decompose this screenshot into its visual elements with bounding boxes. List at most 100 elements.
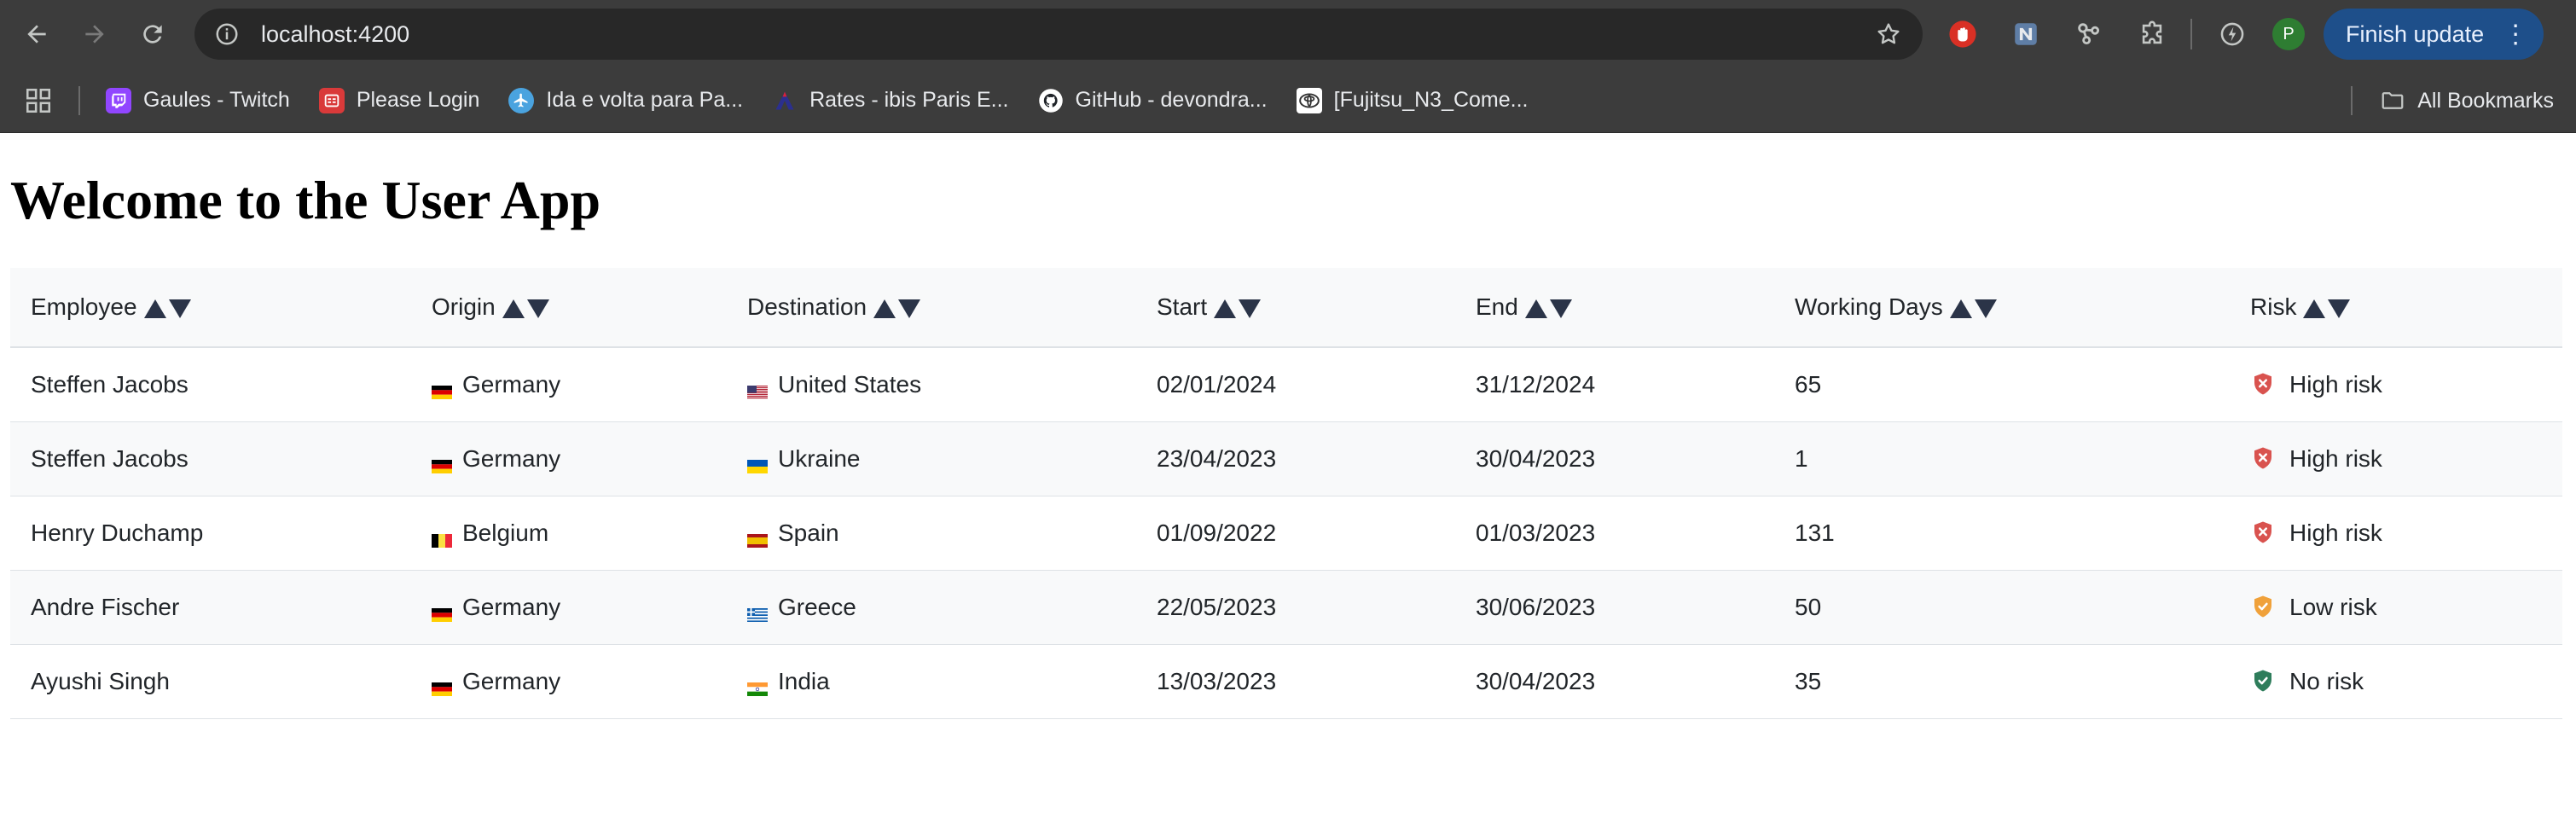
- shield-check-icon: [2250, 668, 2276, 694]
- cell-working-days-text: 65: [1795, 371, 1822, 398]
- column-header-end[interactable]: End: [1455, 268, 1774, 348]
- profile-avatar[interactable]: P: [2272, 18, 2305, 50]
- back-button[interactable]: [14, 11, 60, 57]
- bookmark-label: Please Login: [356, 88, 480, 112]
- column-header-employee[interactable]: Employee: [10, 268, 411, 348]
- cell-origin: Germany: [411, 347, 727, 422]
- performance-extension-icon[interactable]: [2209, 11, 2255, 57]
- table-row[interactable]: Henry Duchamp Belgium Spain 01/09/2022 01/03…: [10, 496, 2562, 571]
- url-text[interactable]: localhost:4200: [261, 21, 1871, 48]
- sort-descending-icon[interactable]: [1549, 299, 1572, 318]
- column-header-risk[interactable]: Risk: [2230, 268, 2562, 348]
- flag-de-icon: [432, 378, 452, 399]
- flag-be-icon: [432, 526, 452, 548]
- cell-origin-text: Belgium: [462, 520, 549, 546]
- sort-descending-icon[interactable]: [168, 299, 191, 318]
- bookmark-flight[interactable]: Ida e volta para Pa...: [508, 87, 744, 113]
- sort-ascending-icon[interactable]: [873, 299, 896, 318]
- table-header: Employee Origin Destination Start End Working…: [10, 268, 2562, 348]
- sort-ascending-icon[interactable]: [2303, 299, 2326, 318]
- bookmark-label: Ida e volta para Pa...: [546, 88, 744, 112]
- sort-arrows[interactable]: [1949, 299, 1999, 318]
- sort-arrows[interactable]: [2303, 299, 2353, 318]
- finish-update-label: Finish update: [2346, 20, 2485, 47]
- cell-employee-text: Ayushi Singh: [31, 668, 170, 694]
- cell-risk-text: Low risk: [2289, 593, 2377, 620]
- forward-button[interactable]: [72, 11, 118, 57]
- sort-arrows[interactable]: [1214, 299, 1263, 318]
- cell-start: 23/04/2023: [1136, 421, 1455, 496]
- sort-descending-icon[interactable]: [2328, 299, 2351, 318]
- cell-start-text: 23/04/2023: [1157, 445, 1277, 472]
- column-header-destination[interactable]: Destination: [727, 268, 1136, 348]
- table-row[interactable]: Andre Fischer Germany Greece 22/05/2023 30/0…: [10, 570, 2562, 645]
- bookmarks-divider: [78, 85, 80, 115]
- sort-ascending-icon[interactable]: [502, 299, 525, 318]
- sort-descending-icon[interactable]: [526, 299, 549, 318]
- extensions-puzzle-icon[interactable]: [2129, 11, 2175, 57]
- site-info-icon[interactable]: [212, 19, 242, 49]
- cell-origin-text: Germany: [462, 668, 561, 694]
- cell-start: 02/01/2024: [1136, 347, 1455, 422]
- table-row[interactable]: Steffen Jacobs Germany United States 02/01/…: [10, 347, 2562, 422]
- cell-employee: Steffen Jacobs: [10, 421, 411, 496]
- cell-working-days-text: 35: [1795, 668, 1822, 694]
- all-bookmarks-area: All Bookmarks: [2351, 68, 2554, 133]
- network-extension-icon[interactable]: [2066, 11, 2112, 57]
- apps-grid-icon[interactable]: [24, 86, 53, 115]
- cell-working-days: 1: [1774, 421, 2230, 496]
- bookmark-label: Gaules - Twitch: [143, 88, 290, 112]
- cell-start-text: 01/09/2022: [1157, 520, 1277, 546]
- sort-arrows[interactable]: [1524, 299, 1575, 318]
- cell-origin-text: Germany: [462, 594, 561, 620]
- sort-descending-icon[interactable]: [1239, 299, 1262, 318]
- sort-arrows[interactable]: [873, 299, 923, 318]
- address-bar[interactable]: localhost:4200: [194, 9, 1923, 60]
- sort-arrows[interactable]: [502, 299, 552, 318]
- column-header-origin[interactable]: Origin: [411, 268, 727, 348]
- reload-button[interactable]: [130, 11, 176, 57]
- bookmark-please-login[interactable]: Please Login: [318, 87, 480, 113]
- bookmark-twitch[interactable]: Gaules - Twitch: [106, 87, 290, 113]
- cell-risk: Low risk: [2230, 570, 2562, 645]
- bookmark-star-icon[interactable]: [1871, 17, 1906, 51]
- table-row[interactable]: Steffen Jacobs Germany Ukraine 23/04/2023 30…: [10, 421, 2562, 496]
- sort-ascending-icon[interactable]: [143, 299, 166, 318]
- n-extension-icon[interactable]: [2003, 11, 2049, 57]
- kebab-menu-icon[interactable]: ⋮: [2503, 20, 2528, 49]
- bookmark-github[interactable]: GitHub - devondra...: [1038, 88, 1268, 113]
- column-header-label: Start: [1157, 293, 1208, 320]
- sort-ascending-icon[interactable]: [1524, 299, 1547, 318]
- cell-start-text: 22/05/2023: [1157, 594, 1277, 620]
- bookmark-ibis[interactable]: Rates - ibis Paris E...: [772, 88, 1009, 113]
- finish-update-button[interactable]: Finish update ⋮: [2324, 9, 2544, 60]
- all-bookmarks-button[interactable]: All Bookmarks: [2380, 88, 2554, 113]
- twitch-icon: [106, 87, 131, 113]
- sort-descending-icon[interactable]: [1974, 299, 1997, 318]
- cell-start: 13/03/2023: [1136, 644, 1455, 719]
- column-header-label: Destination: [747, 293, 867, 320]
- cell-employee: Henry Duchamp: [10, 496, 411, 571]
- table-body: Steffen Jacobs Germany United States 02/01/…: [10, 347, 2562, 719]
- sort-ascending-icon[interactable]: [1949, 299, 1972, 318]
- shield-x-icon: [2250, 520, 2276, 545]
- cell-destination-text: United States: [778, 371, 922, 398]
- sort-descending-icon[interactable]: [898, 299, 921, 318]
- cell-origin: Belgium: [411, 496, 727, 571]
- bookmark-fujitsu[interactable]: [Fujitsu_N3_Come...: [1296, 87, 1529, 113]
- cell-destination-text: Ukraine: [778, 445, 861, 472]
- sort-ascending-icon[interactable]: [1214, 299, 1237, 318]
- stop-hand-extension-icon[interactable]: [1940, 11, 1986, 57]
- cell-working-days: 131: [1774, 496, 2230, 571]
- sort-arrows[interactable]: [143, 299, 194, 318]
- flag-us-icon: [747, 378, 768, 399]
- shield-x-icon: [2250, 445, 2276, 471]
- cell-working-days: 50: [1774, 570, 2230, 645]
- cell-end: 30/04/2023: [1455, 421, 1774, 496]
- cell-destination: United States: [727, 347, 1136, 422]
- cell-employee-text: Steffen Jacobs: [31, 445, 189, 472]
- folder-icon: [2380, 88, 2405, 113]
- table-row[interactable]: Ayushi Singh Germany India 13/03/2023 30/04/…: [10, 644, 2562, 719]
- column-header-start[interactable]: Start: [1136, 268, 1455, 348]
- column-header-working-days[interactable]: Working Days: [1774, 268, 2230, 348]
